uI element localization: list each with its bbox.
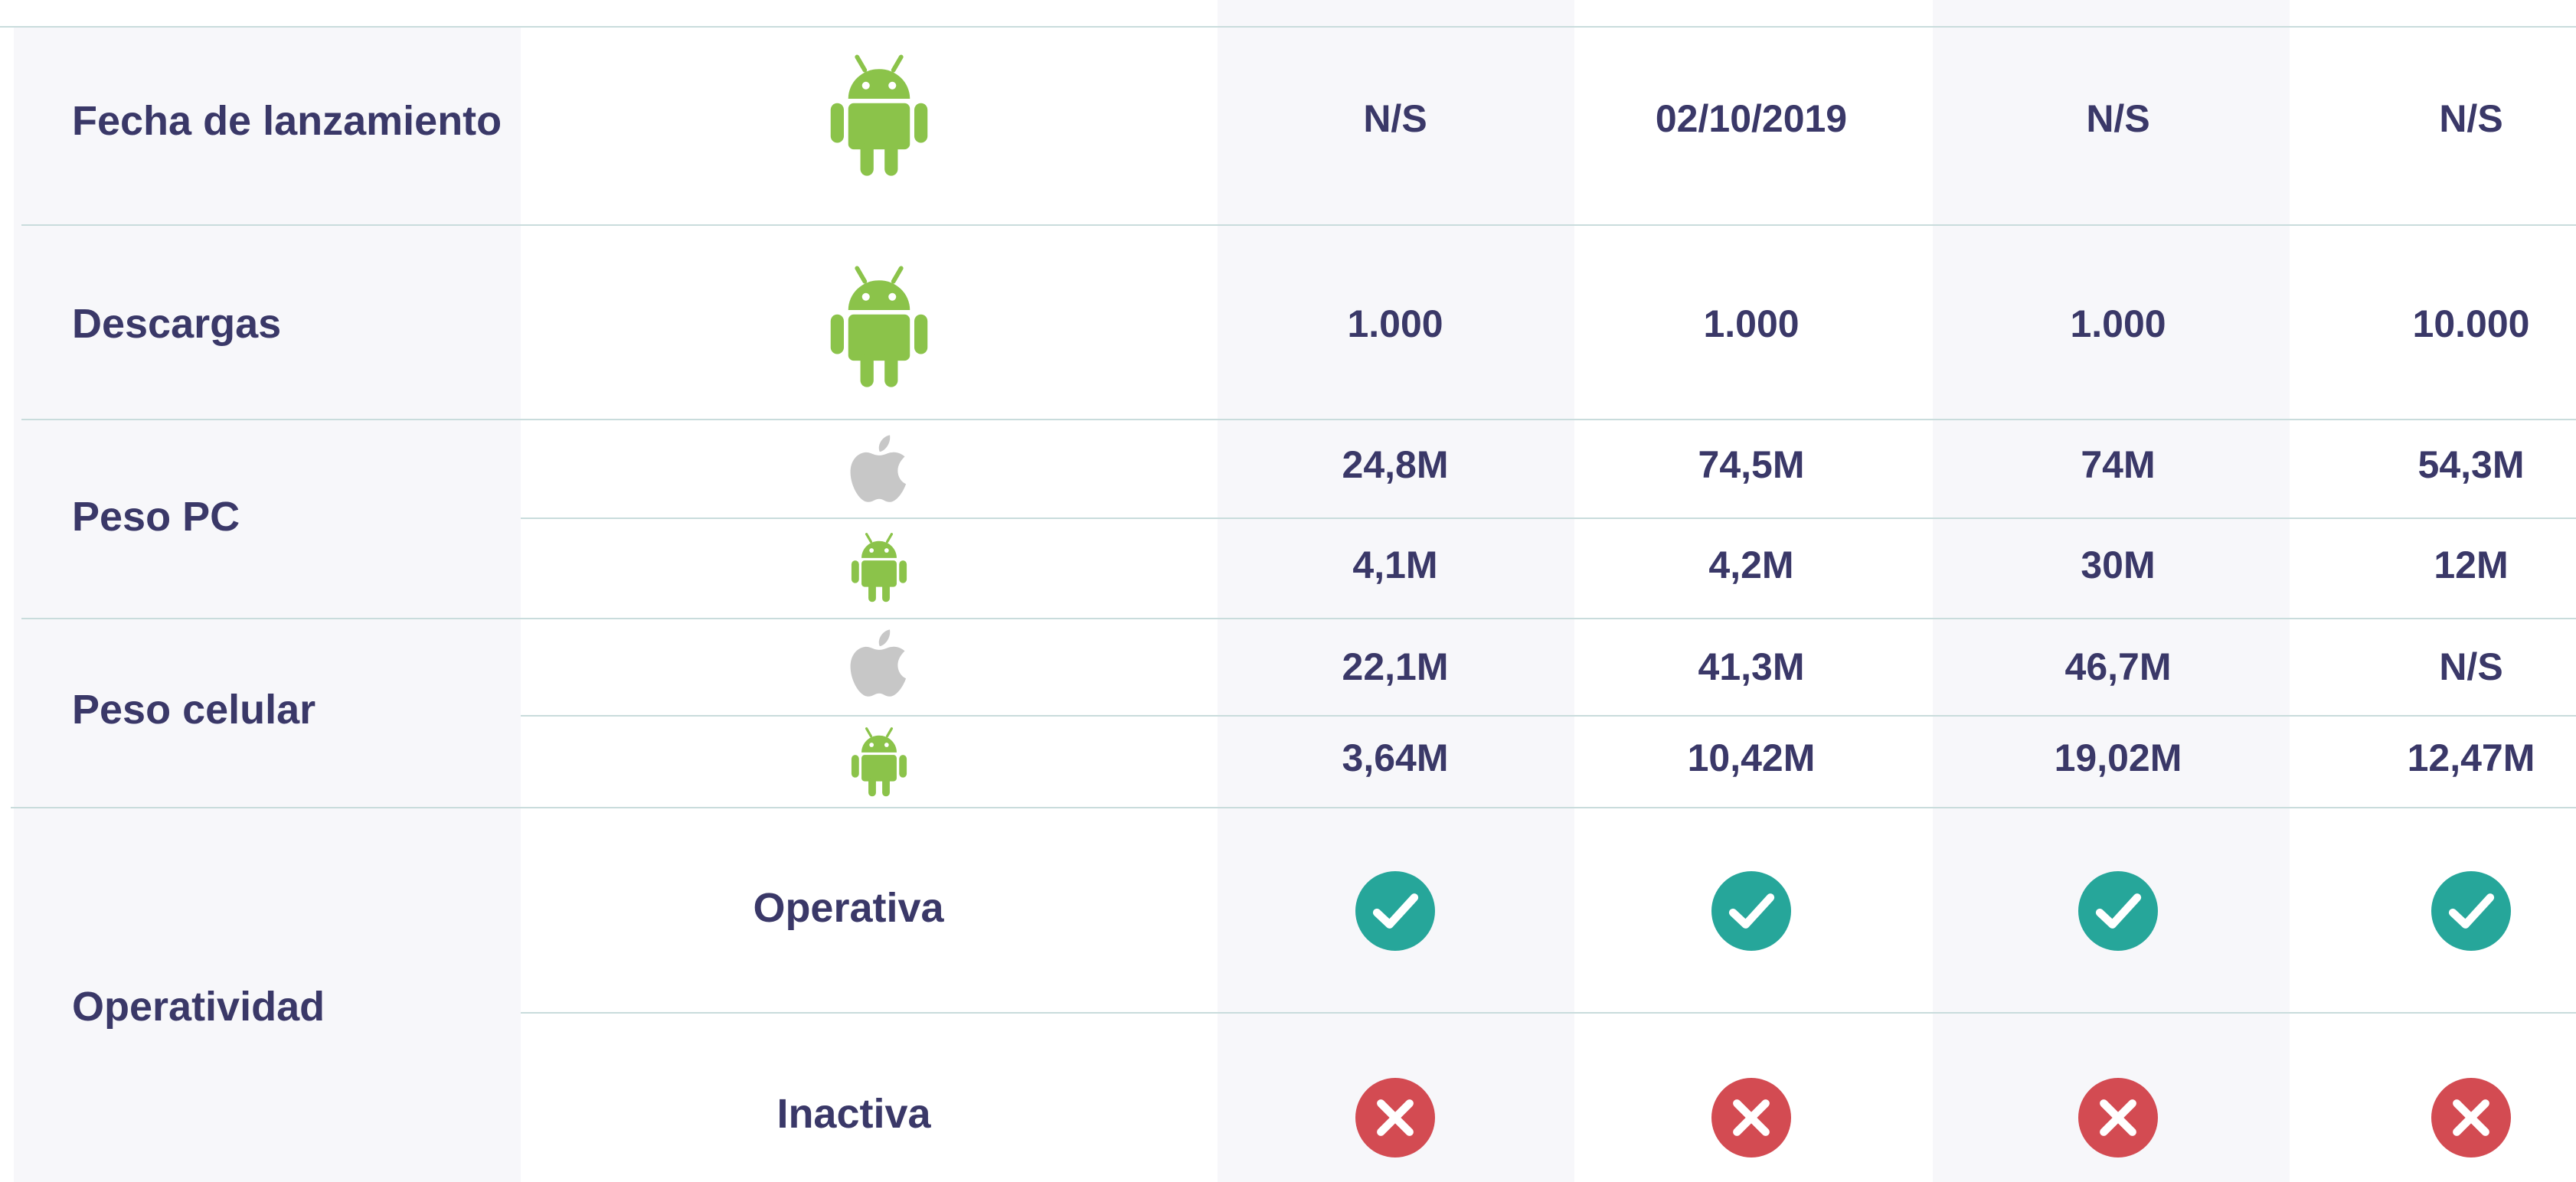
cell-value: N/S <box>2086 97 2150 140</box>
cell-value: 10,42M <box>1687 736 1816 779</box>
cell-value: 24,8M <box>1342 443 1449 486</box>
row-label-fecha-lanzamiento: Fecha de lanzamiento <box>72 98 502 144</box>
android-icon <box>824 266 934 390</box>
cell-value: 30M <box>2081 544 2156 586</box>
row-divider <box>21 224 2576 226</box>
check-circle-icon <box>1711 871 1791 951</box>
cell-value: 1.000 <box>1347 302 1443 345</box>
row-label-peso-pc: Peso PC <box>72 494 240 540</box>
row-divider <box>21 618 2576 619</box>
check-circle-icon <box>2431 871 2511 951</box>
cross-circle-icon <box>1355 1078 1435 1158</box>
cell-value: N/S <box>2439 645 2503 688</box>
cell-value: 4,1M <box>1352 544 1438 586</box>
cross-circle-icon <box>1711 1078 1791 1158</box>
apple-icon <box>849 627 909 699</box>
cell-value: 1.000 <box>1703 302 1800 345</box>
sub-label-operativa: Operativa <box>753 885 944 931</box>
product-column-3-bg <box>1933 0 2290 1182</box>
cell-value: 12M <box>2434 544 2509 586</box>
apple-icon <box>849 433 909 504</box>
row-divider <box>0 26 2576 28</box>
sub-row-divider <box>521 518 2576 519</box>
check-circle-icon <box>2078 871 2158 951</box>
sub-row-divider <box>521 715 2576 717</box>
cell-value: 46,7M <box>2064 645 2172 688</box>
android-icon <box>848 727 910 798</box>
android-icon <box>824 54 934 178</box>
sub-row-divider <box>521 1012 2576 1014</box>
cell-value: 1.000 <box>2070 302 2166 345</box>
row-label-operatividad: Operatividad <box>72 984 325 1030</box>
row-divider <box>11 807 2576 808</box>
row-label-descargas: Descargas <box>72 301 282 347</box>
cross-circle-icon <box>2431 1078 2511 1158</box>
cell-value: 3,64M <box>1342 736 1449 779</box>
android-icon <box>848 533 910 603</box>
product-column-1-bg <box>1218 0 1574 1182</box>
cell-value: 74M <box>2081 443 2156 486</box>
cell-value: 02/10/2019 <box>1655 97 1848 140</box>
sub-label-inactiva: Inactiva <box>776 1091 931 1137</box>
cell-value: 4,2M <box>1708 544 1794 586</box>
row-divider <box>21 419 2576 420</box>
cell-value: 19,02M <box>2054 736 2182 779</box>
cell-value: 41,3M <box>1698 645 1805 688</box>
cell-value: 54,3M <box>2417 443 2525 486</box>
row-label-peso-celular: Peso celular <box>72 687 316 733</box>
cell-value: 10.000 <box>2412 302 2530 345</box>
cell-value: 12,47M <box>2407 736 2535 779</box>
cell-value: N/S <box>2439 97 2503 140</box>
cell-value: N/S <box>1363 97 1427 140</box>
cell-value: 74,5M <box>1698 443 1805 486</box>
check-circle-icon <box>1355 871 1435 951</box>
cross-circle-icon <box>2078 1078 2158 1158</box>
cell-value: 22,1M <box>1342 645 1449 688</box>
